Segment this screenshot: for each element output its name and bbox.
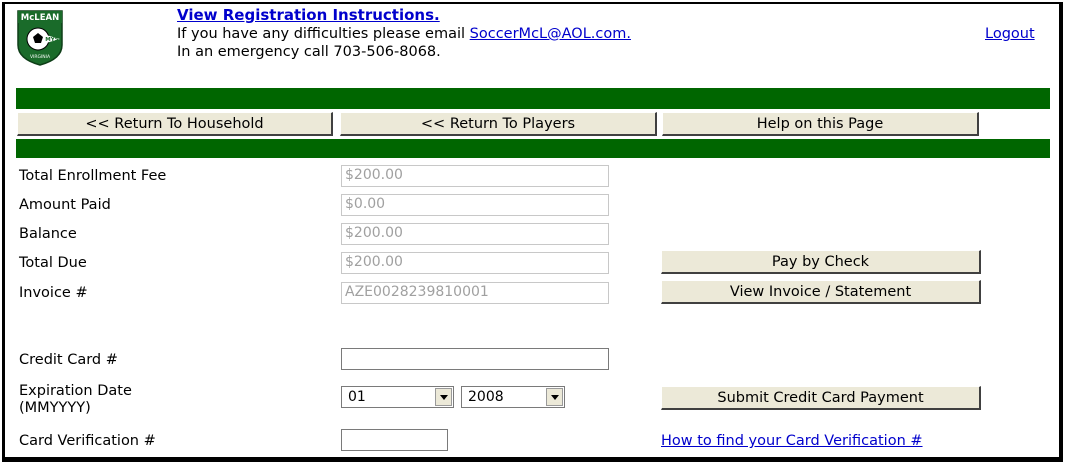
card-verification-help-link[interactable]: How to find your Card Verification #	[661, 433, 923, 449]
logout-link[interactable]: Logout	[985, 26, 1035, 42]
chevron-down-icon[interactable]	[546, 388, 563, 406]
amount-paid-label: Amount Paid	[19, 197, 111, 213]
difficulty-text: If you have any difficulties please emai…	[177, 26, 470, 42]
return-to-players-button[interactable]: << Return To Players	[340, 112, 657, 136]
return-to-household-button[interactable]: << Return To Household	[17, 112, 333, 136]
svg-text:MYS: MYS	[45, 37, 58, 43]
invoice-field: AZE0028239810001	[341, 282, 609, 304]
balance-field: $200.00	[341, 223, 609, 245]
total-enrollment-field: $200.00	[341, 165, 609, 187]
club-logo: McLEAN MYS VIRGINIA	[17, 10, 63, 66]
svg-text:VIRGINIA: VIRGINIA	[30, 54, 51, 60]
card-verification-label: Card Verification #	[19, 433, 156, 449]
bottom-green-bar	[16, 139, 1050, 158]
difficulty-message: If you have any difficulties please emai…	[177, 26, 631, 42]
card-verification-input[interactable]	[341, 429, 448, 451]
chevron-down-icon[interactable]	[435, 388, 452, 406]
invoice-label: Invoice #	[19, 285, 88, 301]
emergency-message: In an emergency call 703-506-8068.	[177, 44, 441, 60]
amount-paid-field: $0.00	[341, 194, 609, 216]
registration-instructions-link[interactable]: View Registration Instructions.	[177, 6, 440, 24]
expiration-date-label-line1: Expiration Date	[19, 383, 132, 399]
help-button[interactable]: Help on this Page	[662, 112, 979, 136]
support-email-link[interactable]: SoccerMcL@AOL.com.	[470, 26, 631, 42]
top-green-bar	[16, 88, 1050, 109]
total-due-field: $200.00	[341, 252, 609, 274]
submit-credit-card-payment-button[interactable]: Submit Credit Card Payment	[661, 386, 981, 410]
pay-by-check-button[interactable]: Pay by Check	[661, 250, 981, 274]
credit-card-input[interactable]	[341, 348, 609, 370]
view-invoice-button[interactable]: View Invoice / Statement	[661, 280, 981, 304]
expiration-year-value: 2008	[468, 389, 504, 405]
total-enrollment-label: Total Enrollment Fee	[19, 168, 167, 184]
credit-card-label: Credit Card #	[19, 352, 118, 368]
total-due-label: Total Due	[19, 255, 87, 271]
balance-label: Balance	[19, 226, 77, 242]
svg-text:McLEAN: McLEAN	[21, 13, 59, 23]
expiration-month-select[interactable]: 01	[341, 386, 454, 408]
expiration-year-select[interactable]: 2008	[461, 386, 565, 408]
expiration-date-label-line2: (MMYYYY)	[19, 400, 91, 416]
expiration-month-value: 01	[348, 389, 366, 405]
